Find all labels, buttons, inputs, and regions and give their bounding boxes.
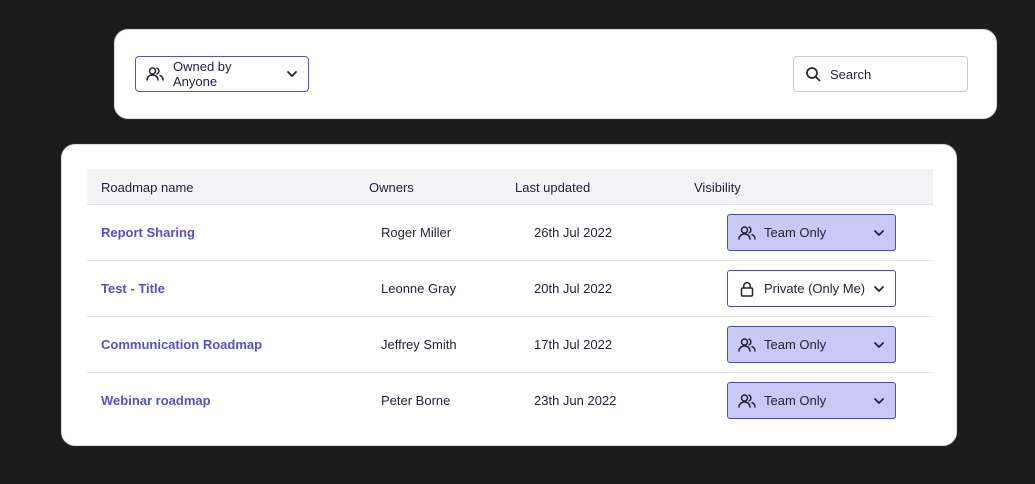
visibility-dropdown[interactable]: Team Only <box>727 214 896 251</box>
people-icon <box>738 225 756 241</box>
roadmap-name-link[interactable]: Communication Roadmap <box>101 337 262 352</box>
roadmap-last-updated: 17th Jul 2022 <box>534 337 613 352</box>
chevron-down-icon <box>873 285 885 293</box>
visibility-label: Team Only <box>764 393 827 408</box>
visibility-dropdown[interactable]: Team Only <box>727 326 896 363</box>
roadmap-last-updated: 20th Jul 2022 <box>534 281 613 296</box>
header-last-updated: Last updated <box>515 180 591 195</box>
owner-filter-dropdown[interactable]: Owned by Anyone <box>135 56 309 92</box>
visibility-label: Private (Only Me) <box>764 281 866 296</box>
table-header: Roadmap name Owners Last updated Visibil… <box>87 169 933 205</box>
table-row: Report Sharing Roger Miller 26th Jul 202… <box>87 205 933 261</box>
lock-icon <box>738 281 756 297</box>
roadmap-last-updated: 23th Jun 2022 <box>534 393 617 408</box>
search-icon <box>805 66 821 82</box>
chevron-down-icon <box>286 70 298 78</box>
filter-bar: Owned by Anyone <box>114 29 997 119</box>
visibility-dropdown[interactable]: Private (Only Me) <box>727 270 896 307</box>
roadmap-name-link[interactable]: Webinar roadmap <box>101 393 211 408</box>
chevron-down-icon <box>873 341 885 349</box>
roadmap-name-link[interactable]: Test - Title <box>101 281 165 296</box>
table-row: Webinar roadmap Peter Borne 23th Jun 202… <box>87 373 933 428</box>
roadmap-table: Roadmap name Owners Last updated Visibil… <box>87 169 933 428</box>
roadmap-owner: Roger Miller <box>381 225 452 240</box>
table-row: Communication Roadmap Jeffrey Smith 17th… <box>87 317 933 373</box>
header-roadmap-name: Roadmap name <box>101 180 194 195</box>
roadmap-name-link[interactable]: Report Sharing <box>101 225 195 240</box>
chevron-down-icon <box>873 397 885 405</box>
visibility-label: Team Only <box>764 225 827 240</box>
people-icon <box>146 66 164 82</box>
roadmap-owner: Leonne Gray <box>381 281 457 296</box>
roadmap-owner: Peter Borne <box>381 393 451 408</box>
table-row: Test - Title Leonne Gray 20th Jul 2022 P… <box>87 261 933 317</box>
visibility-label: Team Only <box>764 337 827 352</box>
roadmap-table-card: Roadmap name Owners Last updated Visibil… <box>61 144 957 446</box>
people-icon <box>738 393 756 409</box>
header-owners: Owners <box>369 180 414 195</box>
header-visibility: Visibility <box>694 180 741 195</box>
roadmap-last-updated: 26th Jul 2022 <box>534 225 613 240</box>
owner-filter-label: Owned by Anyone <box>173 59 232 89</box>
roadmap-owner: Jeffrey Smith <box>381 337 457 352</box>
people-icon <box>738 337 756 353</box>
search-box[interactable] <box>793 56 968 92</box>
chevron-down-icon <box>873 229 885 237</box>
search-input[interactable] <box>830 66 940 82</box>
visibility-dropdown[interactable]: Team Only <box>727 382 896 419</box>
